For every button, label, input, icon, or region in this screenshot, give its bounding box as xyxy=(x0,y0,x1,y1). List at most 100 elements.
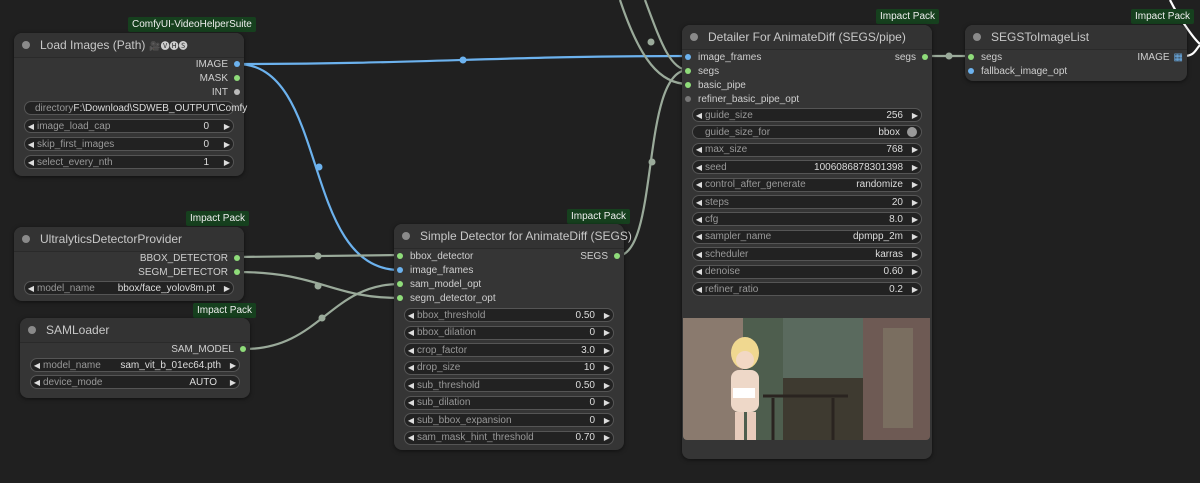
skip-first-images-widget[interactable]: ◀ skip_first_images 0 ▶ xyxy=(24,137,234,151)
increment-arrow-icon[interactable]: ▶ xyxy=(601,433,613,442)
collapse-dot-icon[interactable] xyxy=(402,232,410,240)
slot-dot-icon[interactable] xyxy=(234,61,240,67)
decrement-arrow-icon[interactable]: ◀ xyxy=(693,180,705,189)
select-every-nth-widget[interactable]: ◀ select_every_nth 1 ▶ xyxy=(24,155,234,169)
increment-arrow-icon[interactable]: ▶ xyxy=(601,381,613,390)
collapse-dot-icon[interactable] xyxy=(28,326,36,334)
prev-arrow-icon[interactable]: ◀ xyxy=(31,378,43,387)
toggle-knob-icon[interactable] xyxy=(907,127,917,138)
node-segs-to-image-list[interactable]: SEGSToImageList segs fallback_image_opt … xyxy=(965,25,1187,81)
decrement-arrow-icon[interactable]: ◀ xyxy=(405,346,417,355)
prev-arrow-icon[interactable]: ◀ xyxy=(25,284,37,293)
increment-arrow-icon[interactable]: ▶ xyxy=(909,180,921,189)
slot-dot-icon[interactable] xyxy=(968,68,974,74)
output-image[interactable]: IMAGE ▦ xyxy=(1137,50,1183,64)
slot-dot-icon[interactable] xyxy=(397,253,403,259)
input-refiner-basic-pipe-opt[interactable]: refiner_basic_pipe_opt xyxy=(685,92,799,106)
model-name-select[interactable]: ◀ model_name sam_vit_b_01ec64.pth ▶ xyxy=(30,358,240,372)
increment-arrow-icon[interactable]: ▶ xyxy=(909,232,921,241)
output-sam-model[interactable]: SAM_MODEL xyxy=(171,342,246,356)
slot-dot-icon[interactable] xyxy=(685,68,691,74)
guide-size-for-toggle[interactable]: guide_size_for bbox xyxy=(692,125,922,140)
decrement-arrow-icon[interactable]: ◀ xyxy=(25,158,37,167)
denoise-widget[interactable]: ◀ denoise 0.60 ▶ xyxy=(692,264,922,279)
slot-dot-icon[interactable] xyxy=(234,269,240,275)
output-segs[interactable]: SEGS xyxy=(580,249,620,263)
directory-field[interactable]: directory F:\Download\SDWEB_OUTPUT\Comfy xyxy=(24,101,247,115)
node-title-bar[interactable]: SAMLoader xyxy=(20,318,250,343)
increment-arrow-icon[interactable]: ▶ xyxy=(909,198,921,207)
decrement-arrow-icon[interactable]: ◀ xyxy=(693,198,705,207)
slot-dot-icon[interactable] xyxy=(397,295,403,301)
sub-threshold-widget[interactable]: ◀ sub_threshold 0.50 ▶ xyxy=(404,378,614,392)
collapse-dot-icon[interactable] xyxy=(973,33,981,41)
slot-dot-icon[interactable] xyxy=(240,346,246,352)
refiner-ratio-widget[interactable]: ◀ refiner_ratio 0.2 ▶ xyxy=(692,282,922,296)
input-segs[interactable]: segs xyxy=(685,64,719,78)
control-after-generate-widget[interactable]: ◀ control_after_generate randomize ▶ xyxy=(692,177,922,192)
sampler-name-widget[interactable]: ◀ sampler_name dpmpp_2m ▶ xyxy=(692,229,922,244)
output-bbox-detector[interactable]: BBOX_DETECTOR xyxy=(140,251,240,265)
slot-dot-icon[interactable] xyxy=(234,255,240,261)
decrement-arrow-icon[interactable]: ◀ xyxy=(693,163,705,172)
next-arrow-icon[interactable]: ▶ xyxy=(227,361,239,370)
decrement-arrow-icon[interactable]: ◀ xyxy=(405,311,417,320)
collapse-dot-icon[interactable] xyxy=(22,235,30,243)
node-title-bar[interactable]: Simple Detector for AnimateDiff (SEGS) xyxy=(394,224,632,249)
input-segm-detector-opt[interactable]: segm_detector_opt xyxy=(397,291,496,305)
increment-arrow-icon[interactable]: ▶ xyxy=(221,158,233,167)
decrement-arrow-icon[interactable]: ◀ xyxy=(693,232,705,241)
decrement-arrow-icon[interactable]: ◀ xyxy=(25,140,37,149)
slot-dot-icon[interactable] xyxy=(922,54,928,60)
image-load-cap-widget[interactable]: ◀ image_load_cap 0 ▶ xyxy=(24,119,234,133)
decrement-arrow-icon[interactable]: ◀ xyxy=(405,381,417,390)
increment-arrow-icon[interactable]: ▶ xyxy=(909,163,921,172)
max-size-widget[interactable]: ◀ max_size 768 ▶ xyxy=(692,142,922,157)
increment-arrow-icon[interactable]: ▶ xyxy=(221,140,233,149)
collapse-dot-icon[interactable] xyxy=(22,41,30,49)
increment-arrow-icon[interactable]: ▶ xyxy=(909,285,921,294)
decrement-arrow-icon[interactable]: ◀ xyxy=(693,145,705,154)
decrement-arrow-icon[interactable]: ◀ xyxy=(405,416,417,425)
node-ultralytics-detector-provider[interactable]: UltralyticsDetectorProvider BBOX_DETECTO… xyxy=(14,227,244,301)
guide-size-widget[interactable]: ◀ guide_size 256 ▶ xyxy=(692,108,922,122)
sub-bbox-expansion-widget[interactable]: ◀ sub_bbox_expansion 0 ▶ xyxy=(404,413,614,427)
input-basic-pipe[interactable]: basic_pipe xyxy=(685,78,746,92)
slot-dot-icon[interactable] xyxy=(234,89,240,95)
increment-arrow-icon[interactable]: ▶ xyxy=(909,145,921,154)
input-fallback-image-opt[interactable]: fallback_image_opt xyxy=(968,64,1067,78)
output-mask[interactable]: MASK xyxy=(200,71,240,85)
increment-arrow-icon[interactable]: ▶ xyxy=(221,122,233,131)
node-title-bar[interactable]: UltralyticsDetectorProvider xyxy=(14,227,244,252)
slot-dot-icon[interactable] xyxy=(397,267,403,273)
slot-dot-icon[interactable] xyxy=(397,281,403,287)
input-bbox-detector[interactable]: bbox_detector xyxy=(397,249,473,263)
input-sam-model-opt[interactable]: sam_model_opt xyxy=(397,277,481,291)
decrement-arrow-icon[interactable]: ◀ xyxy=(693,215,705,224)
bbox-dilation-widget[interactable]: ◀ bbox_dilation 0 ▶ xyxy=(404,325,614,340)
sam-mask-hint-threshold-widget[interactable]: ◀ sam_mask_hint_threshold 0.70 ▶ xyxy=(404,430,614,445)
output-int[interactable]: INT xyxy=(212,85,240,99)
output-image[interactable]: IMAGE xyxy=(196,57,240,71)
node-title-bar[interactable]: SEGSToImageList xyxy=(965,25,1187,50)
increment-arrow-icon[interactable]: ▶ xyxy=(601,328,613,337)
next-arrow-icon[interactable]: ▶ xyxy=(221,284,233,293)
drop-size-widget[interactable]: ◀ drop_size 10 ▶ xyxy=(404,360,614,375)
input-segs[interactable]: segs xyxy=(968,50,1002,64)
slot-dot-icon[interactable] xyxy=(685,82,691,88)
node-title-bar[interactable]: Load Images (Path) 🎥🅥🅗🅢 xyxy=(14,33,244,58)
steps-widget[interactable]: ◀ steps 20 ▶ xyxy=(692,195,922,209)
node-sam-loader[interactable]: SAMLoader SAM_MODEL ◀ model_name sam_vit_b… xyxy=(20,318,250,398)
node-simple-detector[interactable]: Simple Detector for AnimateDiff (SEGS) b… xyxy=(394,224,632,450)
increment-arrow-icon[interactable]: ▶ xyxy=(601,398,613,407)
next-arrow-icon[interactable]: ▶ xyxy=(227,378,239,387)
decrement-arrow-icon[interactable]: ◀ xyxy=(693,111,705,120)
input-image-frames[interactable]: image_frames xyxy=(397,263,473,277)
increment-arrow-icon[interactable]: ▶ xyxy=(909,111,921,120)
increment-arrow-icon[interactable]: ▶ xyxy=(601,363,613,372)
sub-dilation-widget[interactable]: ◀ sub_dilation 0 ▶ xyxy=(404,395,614,410)
slot-dot-icon[interactable] xyxy=(685,96,691,102)
seed-widget[interactable]: ◀ seed 1006086878301398 ▶ xyxy=(692,160,922,175)
slot-dot-icon[interactable] xyxy=(968,54,974,60)
collapse-dot-icon[interactable] xyxy=(690,33,698,41)
